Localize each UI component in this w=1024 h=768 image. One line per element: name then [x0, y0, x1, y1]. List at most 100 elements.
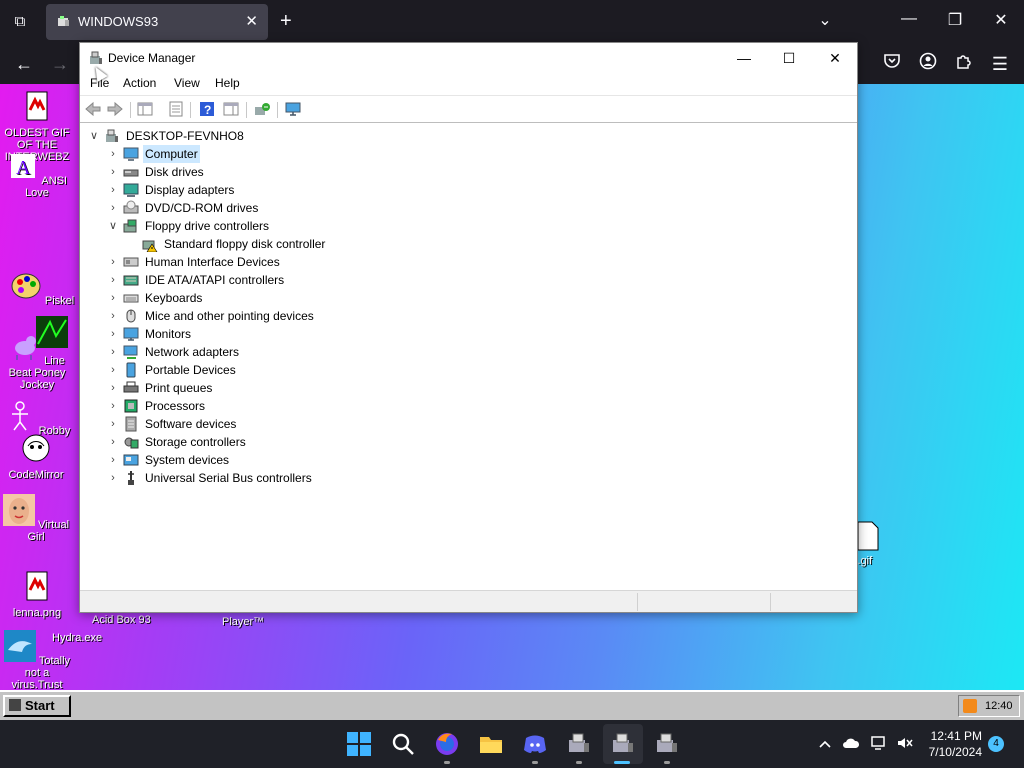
pocket-icon[interactable]: [880, 52, 904, 76]
expand-chevron-icon[interactable]: ›: [107, 451, 119, 469]
tree-category-item[interactable]: › Network adapters: [107, 343, 507, 361]
desktop-icon-ansi-love[interactable]: A ANSI Love: [2, 150, 72, 199]
menu-view[interactable]: View: [174, 76, 200, 90]
tree-category-item[interactable]: › System devices: [107, 451, 507, 469]
action-pane-icon[interactable]: [222, 101, 240, 117]
network-icon[interactable]: [870, 735, 888, 751]
desktop-icon-lenna[interactable]: lenna.png: [2, 570, 72, 619]
dm-close-button[interactable]: ✕: [823, 47, 847, 69]
monitor-icon[interactable]: [284, 101, 302, 117]
expand-chevron-icon[interactable]: ›: [107, 343, 119, 361]
tree-category-item[interactable]: › Computer: [107, 145, 507, 163]
help-icon[interactable]: ?: [198, 101, 216, 117]
windows-start-icon[interactable]: [345, 730, 373, 758]
app-menu-icon[interactable]: ☰: [988, 52, 1012, 76]
firefox-icon[interactable]: [433, 730, 461, 758]
toolbar-separator: [130, 102, 131, 118]
tree-category-item[interactable]: › Universal Serial Bus controllers: [107, 469, 507, 487]
expand-chevron-icon[interactable]: ›: [107, 199, 119, 217]
forward-arrow-icon[interactable]: [106, 101, 124, 117]
desktop-icon-codemirror[interactable]: CodeMirror: [1, 432, 71, 481]
start-button[interactable]: Start: [3, 695, 71, 717]
tree-category-item[interactable]: › Mice and other pointing devices: [107, 307, 507, 325]
show-hide-console-tree-icon[interactable]: [136, 101, 154, 117]
menu-help[interactable]: Help: [215, 76, 240, 90]
tree-category-item[interactable]: › Disk drives: [107, 163, 507, 181]
desktop-icon-hydra-exe[interactable]: Hydra.exe: [52, 632, 122, 644]
tree-category-item[interactable]: › Software devices: [107, 415, 507, 433]
tree-category-item[interactable]: › DVD/CD-ROM drives: [107, 199, 507, 217]
forward-button[interactable]: →: [48, 52, 72, 76]
expand-chevron-icon[interactable]: ›: [107, 271, 119, 289]
tree-root-computer[interactable]: ∨ DESKTOP-FEVNHO8: [88, 127, 388, 145]
tree-category-item[interactable]: › Processors: [107, 397, 507, 415]
tab-close-icon[interactable]: ✕: [245, 12, 258, 30]
file-explorer-icon[interactable]: [477, 730, 505, 758]
expand-chevron-icon[interactable]: ›: [107, 289, 119, 307]
tree-category-item[interactable]: › Keyboards: [107, 289, 507, 307]
scan-hardware-icon[interactable]: [253, 101, 271, 117]
extensions-icon[interactable]: [952, 52, 976, 76]
browser-tab[interactable]: WINDOWS93 ✕: [46, 4, 268, 40]
dm-minimize-button[interactable]: —: [732, 47, 756, 69]
desktop-icon-gif-file[interactable]: s.gif: [852, 520, 892, 567]
expand-chevron-icon[interactable]: ›: [107, 469, 119, 487]
device-manager-taskbar-icon[interactable]: [565, 730, 593, 758]
desktop-icon-label: lenna.png: [12, 607, 62, 619]
search-icon[interactable]: [389, 730, 417, 758]
device-manager-window: Device Manager — ☐ ✕ File Action View He…: [79, 42, 858, 613]
properties-icon[interactable]: [167, 101, 185, 117]
window-minimize-button[interactable]: —: [897, 10, 921, 28]
expand-chevron-icon[interactable]: ›: [107, 361, 119, 379]
device-manager-taskbar-icon[interactable]: [653, 730, 681, 758]
tree-category-item[interactable]: › Portable Devices: [107, 361, 507, 379]
taskbar-clock[interactable]: 12:41 PM 7/10/2024: [924, 728, 982, 760]
back-arrow-icon[interactable]: [84, 101, 102, 117]
volume-muted-icon[interactable]: [896, 735, 914, 751]
tree-item-label: Human Interface Devices: [145, 255, 280, 269]
expand-chevron-icon[interactable]: ›: [107, 145, 119, 163]
collapse-chevron-icon[interactable]: ∨: [107, 217, 119, 235]
expand-chevron-icon[interactable]: ›: [107, 433, 119, 451]
expand-chevron-icon[interactable]: ›: [107, 253, 119, 271]
desktop-icon-player[interactable]: Player™: [222, 616, 302, 628]
tree-category-item[interactable]: › Print queues: [107, 379, 507, 397]
menu-action[interactable]: Action: [123, 76, 156, 90]
desktop-icon-acid-box[interactable]: Acid Box 93: [92, 614, 172, 626]
onedrive-icon[interactable]: [842, 736, 860, 750]
show-hidden-icons-chevron-icon[interactable]: [818, 738, 832, 750]
window-close-button[interactable]: ✕: [989, 10, 1013, 30]
account-icon[interactable]: [916, 52, 940, 76]
expand-chevron-icon[interactable]: ›: [107, 181, 119, 199]
expand-chevron-icon[interactable]: ›: [107, 163, 119, 181]
notification-badge[interactable]: 4: [988, 736, 1004, 752]
tree-category-item[interactable]: ∨ Floppy drive controllers: [107, 217, 507, 235]
expand-chevron-icon[interactable]: ›: [107, 397, 119, 415]
window-restore-button[interactable]: ❐: [943, 10, 967, 30]
desktop-icon-piskel[interactable]: Piskel: [7, 270, 77, 307]
desktop-icon-label: Acid Box 93: [92, 614, 151, 626]
window-title-bar[interactable]: Device Manager — ☐ ✕: [80, 43, 857, 73]
expand-chevron-icon[interactable]: ›: [107, 307, 119, 325]
tree-category-item[interactable]: › IDE ATA/ATAPI controllers: [107, 271, 507, 289]
tree-category-item[interactable]: › Storage controllers: [107, 433, 507, 451]
toolbar: ?: [80, 95, 857, 123]
tab-list-button[interactable]: ⧉: [8, 10, 32, 34]
rss-icon[interactable]: [963, 699, 977, 713]
discord-icon[interactable]: [521, 730, 549, 758]
back-button[interactable]: ←: [12, 52, 36, 76]
device-manager-taskbar-icon[interactable]: [609, 730, 637, 758]
collapse-chevron-icon[interactable]: ∨: [88, 127, 100, 145]
desktop-icon-line-beat[interactable]: Line Beat Poney Jockey: [2, 330, 72, 391]
tree-device-item[interactable]: Standard floppy disk controller: [126, 235, 526, 253]
expand-chevron-icon[interactable]: ›: [107, 379, 119, 397]
tree-category-item[interactable]: › Human Interface Devices: [107, 253, 507, 271]
dm-maximize-button[interactable]: ☐: [777, 47, 801, 69]
tree-category-item[interactable]: › Monitors: [107, 325, 507, 343]
new-tab-button[interactable]: +: [280, 10, 292, 32]
tree-category-item[interactable]: › Display adapters: [107, 181, 507, 199]
expand-chevron-icon[interactable]: ›: [107, 325, 119, 343]
expand-chevron-icon[interactable]: ›: [107, 415, 119, 433]
desktop-icon-virtual-girl[interactable]: Virtual Girl: [1, 494, 71, 543]
list-all-tabs-chevron-icon[interactable]: ⌄: [813, 10, 837, 30]
